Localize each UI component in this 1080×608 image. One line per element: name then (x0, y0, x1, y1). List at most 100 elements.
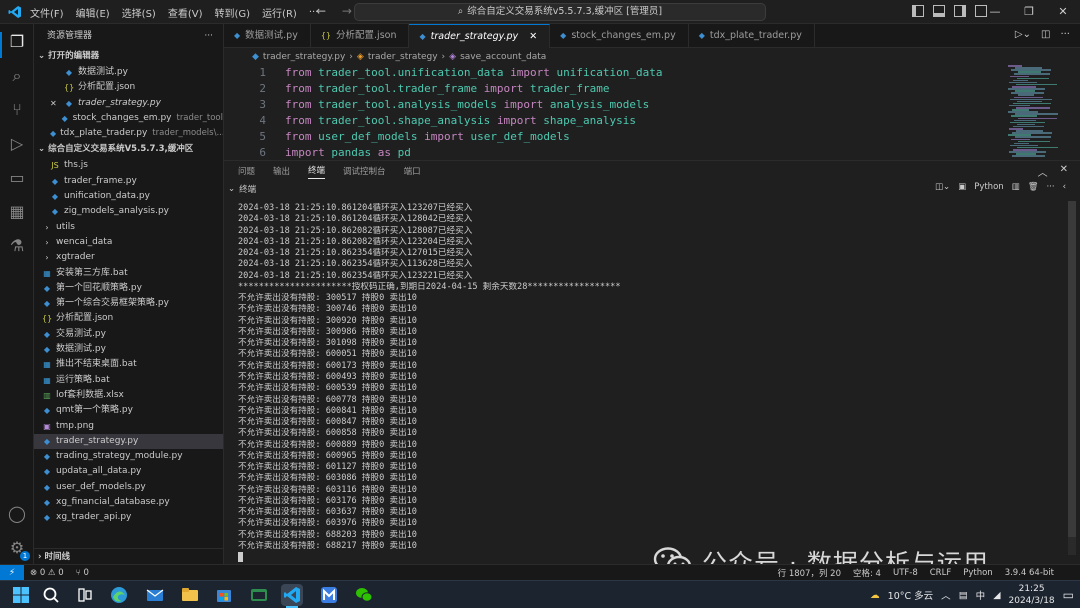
m-app-icon[interactable] (318, 584, 340, 606)
menu-view[interactable]: 查看(V) (168, 5, 203, 20)
remote-indicator-icon[interactable]: ⚡ (0, 565, 24, 581)
close-window-icon[interactable]: ✕ (1046, 0, 1080, 24)
explorer-icon[interactable]: ❐ (7, 32, 27, 52)
run-debug-icon[interactable]: ▷ (7, 134, 27, 154)
ime-indicator[interactable]: 中 (976, 588, 986, 602)
editor-tab[interactable]: {} 分析配置.json (311, 24, 410, 48)
editor-tab[interactable]: ◆ tdx_plate_trader.py (689, 24, 815, 48)
file-item[interactable]: ◆ 数据测试.py (34, 342, 223, 357)
clock[interactable]: 21:25 2024/3/18 (1009, 583, 1055, 607)
workspace-section[interactable]: ⌄ 综合自定义交易系统V5.5.7.3,缓冲区 (34, 141, 223, 158)
tab-debug-console[interactable]: 调试控制台 (343, 165, 386, 177)
file-item[interactable]: ◆ trader_frame.py (34, 174, 223, 189)
tab-terminal[interactable]: 终端 (308, 164, 326, 179)
file-explorer-icon[interactable] (179, 584, 201, 606)
menu-selection[interactable]: 选择(S) (122, 5, 156, 20)
file-item[interactable]: ▦ 推出不结束桌面.bat (34, 357, 223, 372)
volume-icon[interactable]: ◢ (993, 590, 1000, 601)
terminal-shell-name[interactable]: Python (974, 182, 1003, 192)
menu-file[interactable]: 文件(F) (30, 5, 64, 20)
file-item[interactable]: {} 分析配置.json (34, 311, 223, 326)
edge-browser-icon[interactable] (108, 584, 130, 606)
forward-arrow-icon[interactable]: → (342, 4, 352, 18)
windows-start-icon[interactable] (10, 584, 32, 606)
mail-icon[interactable] (144, 584, 166, 606)
file-item[interactable]: ◆ xg_financial_database.py (34, 495, 223, 510)
breadcrumb-class[interactable]: trader_strategy (368, 52, 438, 62)
code-editor[interactable]: 1 from trader_tool.unification_data impor… (224, 65, 1080, 160)
menu-edit[interactable]: 编辑(E) (76, 5, 110, 20)
tab-problems[interactable]: 问题 (238, 165, 255, 177)
editor-tab[interactable]: ◆ stock_changes_em.py (550, 24, 689, 48)
account-icon[interactable]: ◯ (7, 504, 27, 524)
split-terminal-icon[interactable]: ◫⌄ (935, 182, 950, 192)
file-item[interactable]: JS ths.js (34, 158, 223, 173)
file-item[interactable]: ◆ xg_trader_api.py (34, 510, 223, 525)
file-item[interactable]: ▦ 运行策略.bat (34, 373, 223, 388)
terminal-app-icon[interactable] (248, 584, 270, 606)
language-mode[interactable]: Python (963, 568, 992, 578)
file-item[interactable]: ◆ updata_all_data.py (34, 464, 223, 479)
open-editor-item[interactable]: ◆ 数据测试.py (34, 65, 223, 80)
file-item[interactable]: ▣ tmp.png (34, 419, 223, 434)
split-editor-icon[interactable]: ◫ (1041, 29, 1050, 40)
file-item[interactable]: ◆ trading_strategy_module.py (34, 449, 223, 464)
file-item[interactable]: ◆ 交易测试.py (34, 327, 223, 342)
menu-go[interactable]: 转到(G) (215, 5, 251, 20)
file-item[interactable]: ◆ unification_data.py (34, 189, 223, 204)
search-icon[interactable] (40, 584, 62, 606)
maximize-icon[interactable]: ❐ (1012, 0, 1046, 24)
scrollbar-thumb[interactable] (1068, 201, 1076, 537)
toggle-sidebar-icon[interactable] (912, 5, 924, 17)
editor-tab[interactable]: ◆ trader_strategy.py ✕ (409, 24, 551, 49)
terminal-output[interactable]: 2024-03-18 21:25:10.861204循环买入123207已经买入… (238, 203, 1058, 563)
cursor-position[interactable]: 行 1807，列 20 (778, 567, 841, 579)
file-item[interactable]: ▥ lof套利数据.xlsx (34, 388, 223, 403)
file-item[interactable]: ◆ 第一个综合交易框架策略.py (34, 296, 223, 311)
folder-item[interactable]: › xgtrader (34, 250, 223, 265)
task-view-icon[interactable] (74, 584, 96, 606)
encoding[interactable]: UTF-8 (893, 568, 918, 578)
settings-gear-icon[interactable]: ⚙ 1 (7, 538, 30, 561)
close-panel-icon[interactable]: ✕ (1060, 164, 1068, 179)
breadcrumb-file[interactable]: trader_strategy.py (263, 52, 345, 62)
network-icon[interactable]: ▤ (959, 590, 968, 601)
close-icon[interactable]: ✕ (529, 25, 537, 49)
file-item[interactable]: ◆ trader_strategy.py (34, 433, 223, 450)
more-actions-icon[interactable]: ··· (204, 24, 213, 48)
vscode-taskbar-icon[interactable] (281, 584, 303, 606)
file-item[interactable]: ◆ zig_models_analysis.py (34, 204, 223, 219)
notification-icon[interactable]: ▭ (1063, 588, 1074, 602)
editor-tab[interactable]: ◆ 数据测试.py (224, 24, 311, 48)
tray-overflow-icon[interactable]: ︿ (941, 588, 951, 602)
open-editor-item[interactable]: ✕ ◆ trader_strategy.py (34, 96, 223, 111)
folder-item[interactable]: › wencai_data (34, 235, 223, 250)
testing-icon[interactable]: ⚗ (7, 236, 27, 256)
indentation[interactable]: 空格: 4 (853, 567, 881, 579)
toggle-secondary-sidebar-icon[interactable] (954, 5, 966, 17)
line-ending[interactable]: CRLF (930, 568, 951, 578)
menu-run[interactable]: 运行(R) (262, 5, 297, 20)
terminal-scrollbar[interactable] (1068, 201, 1076, 555)
file-item[interactable]: ◆ user_def_models.py (34, 480, 223, 495)
file-item[interactable]: ▦ 安装第三方库.bat (34, 266, 223, 281)
tab-output[interactable]: 输出 (273, 165, 290, 177)
more-actions-icon[interactable]: ··· (1046, 182, 1054, 192)
close-icon[interactable]: ✕ (50, 96, 64, 111)
back-arrow-icon[interactable]: ← (316, 4, 326, 18)
minimize-icon[interactable]: — (978, 0, 1012, 24)
chevron-left-icon[interactable]: ‹ (1063, 182, 1066, 192)
more-actions-icon[interactable]: ··· (1060, 29, 1070, 40)
python-interpreter[interactable]: 3.9.4 64-bit (1005, 568, 1054, 578)
run-play-icon[interactable]: ▷⌄ (1015, 29, 1031, 40)
file-item[interactable]: ◆ qmt第一个策略.py (34, 403, 223, 418)
source-control-icon[interactable]: ⑂ (7, 100, 27, 120)
tab-ports[interactable]: 端口 (404, 165, 421, 177)
extensions-icon[interactable]: ▦ (7, 202, 27, 222)
command-center[interactable]: ⌕ 综合自定义交易系统v5.5.7.3,缓冲区 [管理员] (354, 3, 766, 21)
toggle-panel-icon[interactable] (933, 5, 945, 17)
open-editor-item[interactable]: {} 分析配置.json (34, 80, 223, 95)
open-editors-section[interactable]: ⌄ 打开的编辑器 (34, 48, 223, 65)
timeline-section[interactable]: › 时间线 (34, 548, 223, 564)
store-icon[interactable] (213, 584, 235, 606)
